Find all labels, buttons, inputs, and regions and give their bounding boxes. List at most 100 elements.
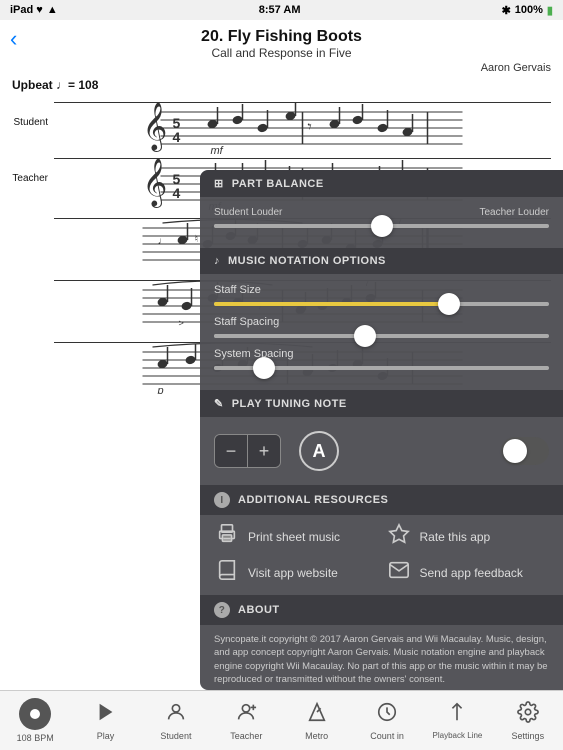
part-balance-slider-row: Student Louder Teacher Louder [214,207,549,228]
notation-title: MUSIC NOTATION OPTIONS [228,255,386,267]
rate-app[interactable]: Rate this app [386,523,550,551]
additional-header: i ADDITIONAL RESOURCES [200,485,563,515]
about-body: Syncopate.it copyright © 2017 Aaron Gerv… [200,625,563,690]
envelope-icon [386,559,412,587]
staff-spacing-label: Staff Spacing [214,316,549,328]
student-button[interactable]: Student [141,691,211,750]
svg-text:♮: ♮ [195,234,199,245]
count-in-label: Count in [370,731,404,741]
teacher-button[interactable]: Teacher [211,691,281,750]
about-header: ? ABOUT [200,595,563,625]
playback-line-icon [446,701,468,729]
tuning-title: PLAY TUNING NOTE [232,398,347,410]
status-right: ✱ 100% ▮ [502,4,553,17]
staff-size-thumb[interactable] [438,293,460,315]
note-display: A [299,431,339,471]
tuning-body: − + A [200,417,563,485]
bpm-control[interactable]: 108 BPM [0,691,70,750]
teacher-label: Teacher [230,731,262,741]
teacher-icon [235,701,257,729]
additional-title: ADDITIONAL RESOURCES [238,494,388,506]
system-spacing-thumb[interactable] [253,357,275,379]
staff-spacing-thumb[interactable] [354,325,376,347]
star-icon [386,523,412,551]
playback-line-label: Playback Line [433,731,483,740]
svg-text:4: 4 [173,129,181,145]
song-title: 20. Fly Fishing Boots [12,28,551,46]
visit-website[interactable]: Visit app website [214,559,378,587]
tuning-stepper[interactable]: − + [214,434,281,468]
part-balance-track[interactable] [214,224,549,228]
plus-button[interactable]: + [248,435,280,467]
staff-size-label: Staff Size [214,284,549,296]
tuning-header: ✎ PLAY TUNING NOTE [200,390,563,417]
visit-website-label: Visit app website [248,566,338,580]
song-subtitle: Call and Response in Five [12,46,551,60]
staff-spacing-track[interactable] [214,334,549,338]
metro-label: Metro [305,731,328,741]
book-icon [214,559,240,587]
settings-button[interactable]: Settings [493,691,563,750]
svg-text:𝄾: 𝄾 [308,119,312,136]
status-time: 8:57 AM [259,4,301,16]
wifi-icon: ▲ [47,4,58,16]
rate-app-label: Rate this app [420,530,491,544]
settings-label: Settings [512,731,545,741]
bpm-circle [19,698,51,730]
tuning-toggle[interactable] [501,437,549,465]
notation-body: Staff Size Staff Spacing System Spacing [200,274,563,390]
minus-button[interactable]: − [215,435,247,467]
play-button[interactable]: Play [70,691,140,750]
playback-line-button[interactable]: Playback Line [422,691,492,750]
staff-size-row: Staff Size [214,284,549,306]
about-icon: ? [214,602,230,618]
part-balance-header: ⊞ PART BALANCE [200,170,563,197]
svg-text:>: > [179,318,184,328]
play-label: Play [97,731,115,741]
student-label: Student [160,731,191,741]
part-balance-body: Student Louder Teacher Louder [200,197,563,248]
tuning-controls-row: − + A [214,427,549,475]
bpm-value: 108 BPM [17,733,54,743]
staff-spacing-row: Staff Spacing [214,316,549,338]
count-in-icon [376,701,398,729]
svg-text:p: p [157,385,164,394]
additional-icon: i [214,492,230,508]
svg-text:𝄞: 𝄞 [143,102,168,152]
part-balance-title: PART BALANCE [232,178,324,190]
staff-size-fill [214,302,449,306]
tempo-line: Upbeat ♩= 108 [12,78,551,92]
teacher-label: Teacher [12,173,54,184]
staff-size-track[interactable] [214,302,549,306]
send-feedback[interactable]: Send app feedback [386,559,550,587]
about-body-text-1: Syncopate.it copyright © 2017 Aaron Gerv… [214,633,549,686]
student-louder-label: Student Louder [214,207,282,218]
svg-text:4: 4 [173,185,181,201]
svg-text:♩: ♩ [158,236,168,247]
count-in-button[interactable]: Count in [352,691,422,750]
back-button[interactable]: ‹ [10,26,17,52]
metro-button[interactable]: Metro [282,691,352,750]
play-icon [95,701,117,729]
about-title: ABOUT [238,604,280,616]
student-icon [165,701,187,729]
settings-panel: ⊞ PART BALANCE Student Louder Teacher Lo… [200,170,563,690]
notation-header: ♪ MUSIC NOTATION OPTIONS [200,248,563,274]
system-spacing-track[interactable] [214,366,549,370]
song-author: Aaron Gervais [12,62,551,74]
notation-icon: ♪ [214,255,220,267]
additional-grid: Print sheet music Rate this app Visit ap… [200,515,563,595]
bottom-toolbar: 108 BPM Play Student Teacher [0,690,563,750]
print-icon [214,523,240,551]
print-sheet-music[interactable]: Print sheet music [214,523,378,551]
staff-spacing-fill [214,334,365,338]
metro-icon [306,701,328,729]
bpm-dot [30,709,40,719]
status-left: iPad ♥ ▲ [10,4,58,16]
student-staff-lines: 𝄞 5 4 𝄾 [54,102,551,142]
part-balance-thumb[interactable] [371,215,393,237]
send-feedback-label: Send app feedback [420,566,523,580]
system-spacing-row: System Spacing [214,348,549,370]
student-label: Student [12,117,54,128]
battery-icon: ▮ [547,4,553,17]
